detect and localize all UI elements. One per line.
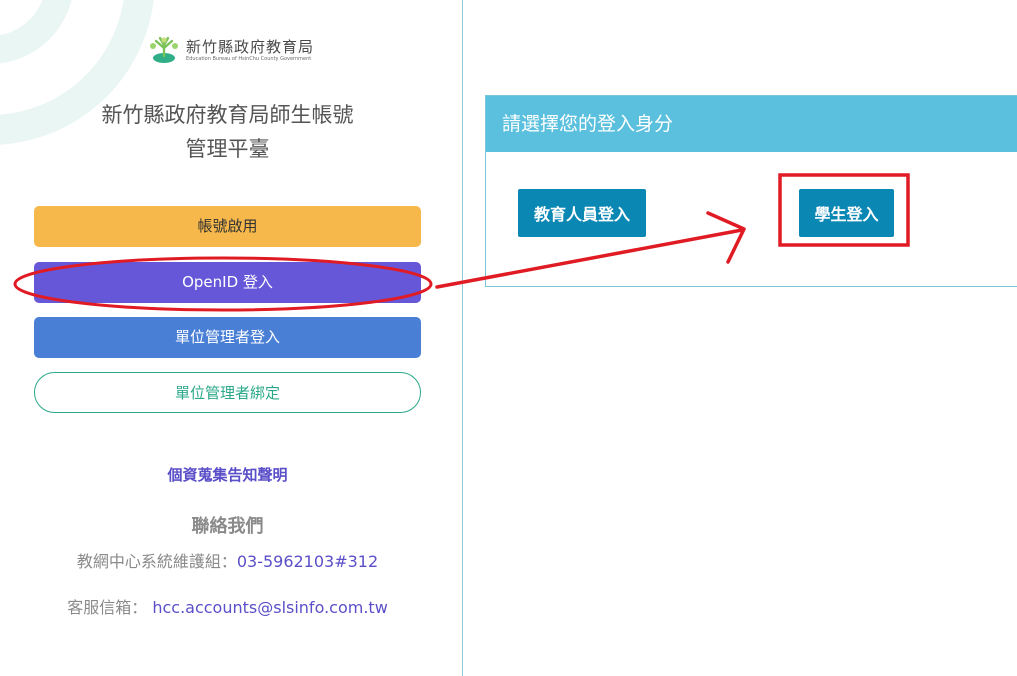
page-title-line1: 新竹縣政府教育局師生帳號 — [101, 103, 354, 127]
email-address[interactable]: hcc.accounts@slsinfo.com.tw — [152, 598, 387, 617]
contact-title: 聯絡我們 — [191, 516, 264, 537]
staff-login-button[interactable]: 教育人員登入 — [518, 189, 646, 237]
contact-email-line: 客服信箱： hcc.accounts@slsinfo.com.tw — [34, 594, 421, 618]
logo-subtitle: Education Bureau of HsinChu County Gover… — [186, 56, 312, 62]
sidebar: 新竹縣政府教育局 Education Bureau of HsinChu Cou… — [0, 0, 462, 676]
privacy-notice-link[interactable]: 個資蒐集告知聲明 — [34, 464, 421, 485]
page-title: 新竹縣政府教育局師生帳號 管理平臺 — [34, 98, 421, 166]
openid-login-button[interactable]: OpenID 登入 — [34, 262, 421, 303]
page-title-line2: 管理平臺 — [185, 137, 270, 161]
unit-admin-login-button[interactable]: 單位管理者登入 — [34, 317, 421, 358]
phone-number[interactable]: 03-5962103#312 — [237, 552, 378, 571]
account-activation-button[interactable]: 帳號啟用 — [34, 206, 421, 247]
panel-header: 請選擇您的登入身分 — [486, 96, 1017, 152]
student-login-button[interactable]: 學生登入 — [799, 189, 894, 237]
logo-text: 新竹縣政府教育局 — [186, 38, 315, 56]
phone-label: 教網中心系統維護組： — [76, 552, 237, 571]
unit-admin-bind-button[interactable]: 單位管理者綁定 — [34, 372, 421, 413]
contact-phone-line: 教網中心系統維護組：03-5962103#312 — [34, 548, 421, 572]
tree-logo-icon — [150, 36, 178, 63]
bureau-logo: 新竹縣政府教育局 Education Bureau of HsinChu Cou… — [144, 36, 324, 66]
divider-line — [462, 0, 463, 676]
email-label: 客服信箱： — [67, 598, 148, 617]
login-identity-panel: 請選擇您的登入身分 教育人員登入 學生登入 — [485, 95, 1017, 287]
